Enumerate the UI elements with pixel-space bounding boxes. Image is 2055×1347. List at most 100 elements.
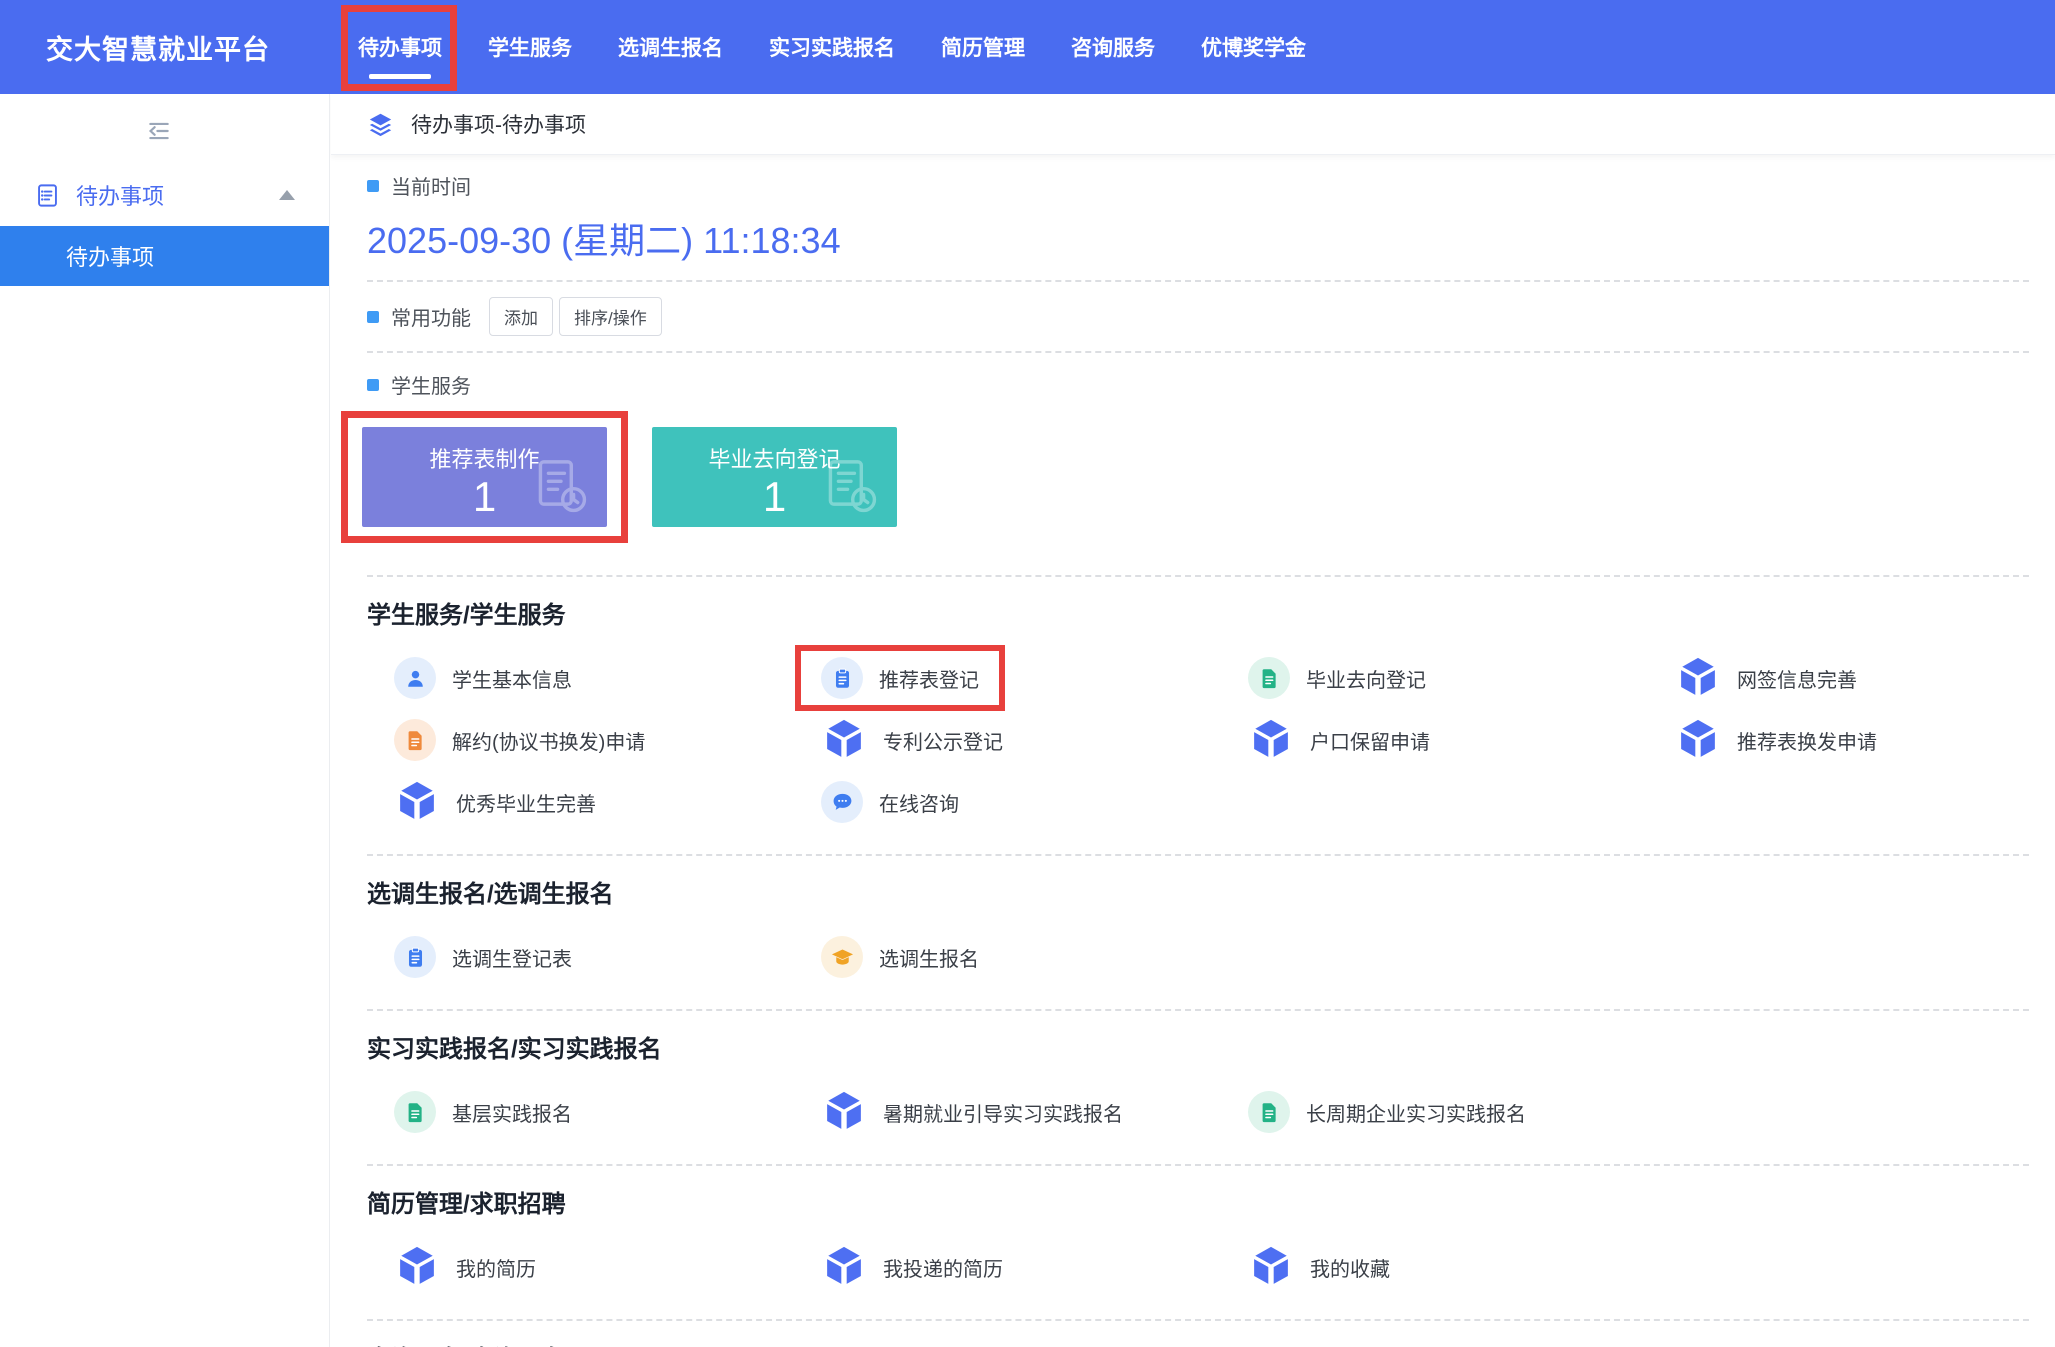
page-content: 当前时间 2025-09-30 (星期二) 11:18:34 常用功能 添加排序… bbox=[331, 155, 2055, 1347]
sidebar-collapse-icon[interactable] bbox=[144, 118, 174, 144]
nav-tab[interactable]: 优博奖学金 bbox=[1201, 0, 1306, 94]
service-item-label: 解约(协议书换发)申请 bbox=[452, 726, 645, 755]
service-item[interactable]: 在线咨询 bbox=[821, 776, 989, 828]
service-item-label: 选调生报名 bbox=[879, 943, 979, 972]
person-icon bbox=[394, 657, 436, 699]
app-header: 交大智慧就业平台 待办事项 学生服务 选调生报名 实习实践报名 简历管理 咨询服… bbox=[0, 0, 2055, 94]
nav-tab-label: 简历管理 bbox=[941, 32, 1025, 62]
sort-operate-button[interactable]: 排序/操作 bbox=[559, 297, 662, 336]
doc-clock-icon bbox=[819, 455, 883, 519]
service-item[interactable]: 网签信息完善 bbox=[1675, 652, 1887, 704]
service-item[interactable]: 长周期企业实习实践报名 bbox=[1248, 1086, 1556, 1138]
bullet-icon bbox=[367, 379, 379, 391]
document-list-icon bbox=[34, 182, 61, 209]
breadcrumb-text: 待办事项-待办事项 bbox=[411, 109, 586, 139]
cube-icon bbox=[1248, 1244, 1294, 1290]
service-item[interactable]: 优秀毕业生完善 bbox=[394, 776, 626, 828]
section-title: 咨询服务/咨询服务 bbox=[367, 1339, 2029, 1347]
annotation-box: 推荐表制作 1 bbox=[341, 411, 628, 543]
layers-icon bbox=[367, 111, 394, 138]
sidebar-group-todo[interactable]: 待办事项 bbox=[0, 164, 329, 226]
nav-tab-label: 学生服务 bbox=[488, 32, 572, 62]
clipboard-icon bbox=[394, 936, 436, 978]
sidebar-item-todo[interactable]: 待办事项 bbox=[0, 226, 329, 286]
todo-card[interactable]: 推荐表制作 1 bbox=[362, 427, 607, 527]
student-services-row: 学生服务 bbox=[367, 370, 2029, 399]
doc-icon bbox=[394, 719, 436, 761]
service-item[interactable]: 户口保留申请 bbox=[1248, 714, 1460, 766]
clipboard-icon bbox=[821, 657, 863, 699]
service-section: 学生服务/学生服务 学生基本信息 推荐表登记 毕业去向登记 网签信息完善 解约(… bbox=[367, 577, 2029, 856]
service-item-label: 基层实践报名 bbox=[452, 1098, 572, 1127]
breadcrumb: 待办事项-待办事项 bbox=[331, 94, 2055, 155]
caret-up-icon bbox=[279, 190, 295, 200]
nav-tab-label: 咨询服务 bbox=[1071, 32, 1155, 62]
nav-tab[interactable]: 选调生报名 bbox=[618, 0, 723, 94]
section-grid: 学生基本信息 推荐表登记 毕业去向登记 网签信息完善 解约(协议书换发)申请 专… bbox=[394, 652, 2029, 828]
divider bbox=[367, 280, 2029, 282]
section-title: 实习实践报名/实习实践报名 bbox=[367, 1029, 2029, 1064]
service-item[interactable]: 学生基本信息 bbox=[394, 652, 602, 704]
service-item[interactable]: 选调生登记表 bbox=[394, 931, 602, 983]
add-button[interactable]: 添加 bbox=[489, 297, 553, 336]
service-item-label: 我的简历 bbox=[456, 1253, 536, 1282]
nav-tab[interactable]: 实习实践报名 bbox=[769, 0, 895, 94]
cube-icon bbox=[394, 779, 440, 825]
service-item[interactable]: 选调生报名 bbox=[821, 931, 1009, 983]
service-section: 实习实践报名/实习实践报名 基层实践报名 暑期就业引导实习实践报名 长周期企业实… bbox=[367, 1011, 2029, 1166]
nav-tab[interactable]: 简历管理 bbox=[941, 0, 1025, 94]
chat-icon bbox=[821, 781, 863, 823]
service-item[interactable]: 暑期就业引导实习实践报名 bbox=[821, 1086, 1153, 1138]
service-item-label: 学生基本信息 bbox=[452, 664, 572, 693]
section-title: 选调生报名/选调生报名 bbox=[367, 874, 2029, 909]
doc-icon bbox=[1248, 657, 1290, 699]
service-item-label: 暑期就业引导实习实践报名 bbox=[883, 1098, 1123, 1127]
todo-card[interactable]: 毕业去向登记 1 bbox=[652, 427, 897, 527]
service-item-label: 网签信息完善 bbox=[1737, 664, 1857, 693]
service-section: 简历管理/求职招聘 我的简历 我投递的简历 我的收藏 bbox=[367, 1166, 2029, 1321]
common-functions-label: 常用功能 bbox=[391, 302, 471, 331]
bullet-icon bbox=[367, 180, 379, 192]
common-functions-row: 常用功能 添加排序/操作 bbox=[367, 297, 2029, 336]
service-item[interactable]: 专利公示登记 bbox=[821, 714, 1033, 766]
service-item[interactable]: 毕业去向登记 bbox=[1248, 652, 1456, 704]
service-item[interactable]: 推荐表登记 bbox=[821, 652, 1009, 704]
sidebar: 待办事项 待办事项 bbox=[0, 94, 330, 1347]
service-item-label: 我投递的简历 bbox=[883, 1253, 1003, 1282]
section-grid: 我的简历 我投递的简历 我的收藏 bbox=[394, 1241, 2029, 1293]
cube-icon bbox=[821, 717, 867, 763]
nav-tab[interactable]: 待办事项 bbox=[358, 0, 442, 94]
service-item-label: 选调生登记表 bbox=[452, 943, 572, 972]
nav-tab-label: 选调生报名 bbox=[618, 32, 723, 62]
section-title: 简历管理/求职招聘 bbox=[367, 1184, 2029, 1219]
service-item[interactable]: 基层实践报名 bbox=[394, 1086, 602, 1138]
cube-icon bbox=[1675, 717, 1721, 763]
nav-tab[interactable]: 学生服务 bbox=[488, 0, 572, 94]
section-grid: 基层实践报名 暑期就业引导实习实践报名 长周期企业实习实践报名 bbox=[394, 1086, 2029, 1138]
app-title: 交大智慧就业平台 bbox=[0, 0, 330, 94]
service-item-label: 户口保留申请 bbox=[1310, 726, 1430, 755]
bullet-icon bbox=[367, 311, 379, 323]
section-grid: 选调生登记表 选调生报名 bbox=[394, 931, 2029, 983]
cube-icon bbox=[394, 1244, 440, 1290]
current-time-value: 2025-09-30 (星期二) 11:18:34 bbox=[367, 212, 2029, 264]
service-item[interactable]: 我投递的简历 bbox=[821, 1241, 1033, 1293]
nav-tab[interactable]: 咨询服务 bbox=[1071, 0, 1155, 94]
service-item-label: 我的收藏 bbox=[1310, 1253, 1390, 1282]
nav-tab-label: 待办事项 bbox=[358, 32, 442, 62]
service-item[interactable]: 推荐表换发申请 bbox=[1675, 714, 1907, 766]
todo-cards-row: 推荐表制作 1 毕业去向登记 1 bbox=[341, 411, 2029, 543]
sidebar-group-label: 待办事项 bbox=[76, 179, 164, 211]
cap-icon bbox=[821, 936, 863, 978]
nav-tab-label: 实习实践报名 bbox=[769, 32, 895, 62]
service-item[interactable]: 解约(协议书换发)申请 bbox=[394, 714, 675, 766]
service-item[interactable]: 我的收藏 bbox=[1248, 1241, 1420, 1293]
cube-icon bbox=[821, 1244, 867, 1290]
sidebar-item-label: 待办事项 bbox=[66, 240, 154, 272]
main-area: 待办事项-待办事项 当前时间 2025-09-30 (星期二) 11:18:34… bbox=[331, 94, 2055, 1347]
service-item-label: 优秀毕业生完善 bbox=[456, 788, 596, 817]
active-tab-underline bbox=[369, 74, 431, 79]
nav-tab-label: 优博奖学金 bbox=[1201, 32, 1306, 62]
service-section: 咨询服务/咨询服务 咨询记录 活动报名 bbox=[367, 1321, 2029, 1347]
service-item[interactable]: 我的简历 bbox=[394, 1241, 566, 1293]
